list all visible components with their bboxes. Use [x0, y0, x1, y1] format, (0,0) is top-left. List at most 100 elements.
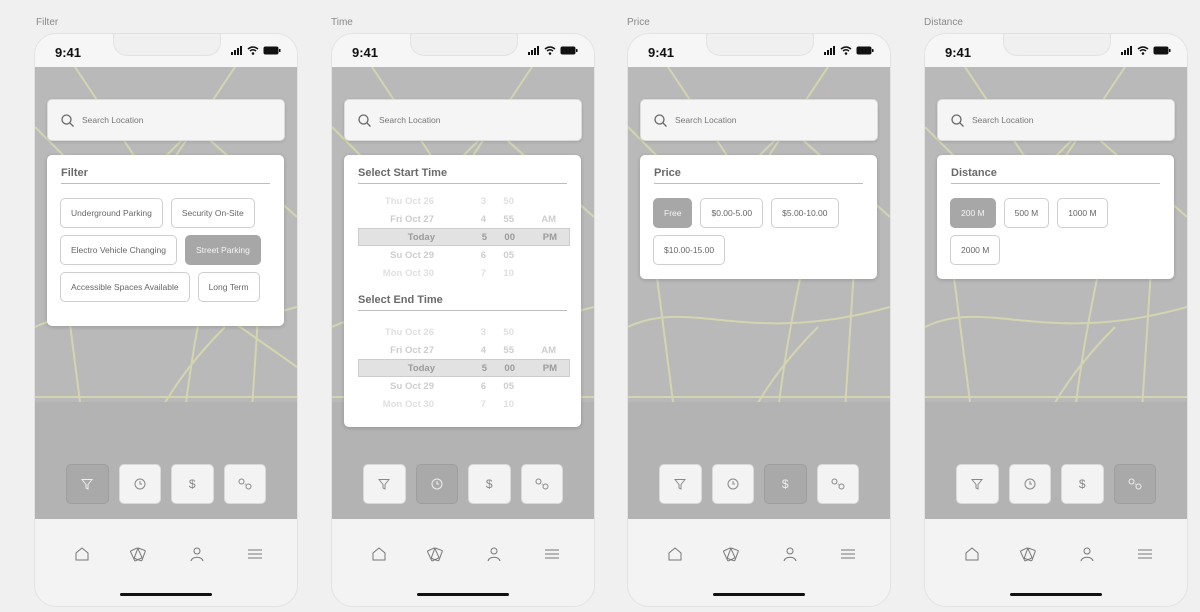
time-button[interactable]: [711, 464, 754, 504]
wifi-icon: [544, 46, 556, 55]
filter-button[interactable]: [659, 464, 702, 504]
tab-tickets[interactable]: [719, 542, 743, 566]
time-button[interactable]: [1008, 464, 1051, 504]
tab-tickets[interactable]: [126, 542, 150, 566]
search-bar[interactable]: Search Location: [344, 99, 582, 141]
battery-icon: [263, 46, 281, 55]
menu-icon: [841, 549, 855, 559]
picker-row[interactable]: Mon Oct 30 7 10: [358, 395, 570, 413]
status-bar: 9:41: [628, 34, 890, 67]
distance-button[interactable]: [223, 464, 266, 504]
battery-icon: [560, 46, 578, 55]
chip-street-parking[interactable]: Street Parking: [184, 235, 261, 265]
status-time: 9:41: [55, 45, 82, 60]
time-button[interactable]: [415, 464, 458, 504]
tab-profile[interactable]: [185, 542, 209, 566]
battery-icon: [1153, 46, 1171, 55]
search-input[interactable]: Search Location: [379, 115, 440, 125]
tickets-icon: [723, 547, 739, 562]
price-button[interactable]: $: [764, 464, 807, 504]
picker-row-selected[interactable]: Today 5 00 PM: [358, 228, 570, 246]
distance-button[interactable]: [1113, 464, 1156, 504]
chip-underground-parking[interactable]: Underground Parking: [60, 198, 163, 228]
panel-title: Distance: [951, 167, 1160, 184]
chip-price-free[interactable]: Free: [653, 198, 693, 228]
picker-row[interactable]: Mon Oct 30 7 10: [358, 264, 570, 282]
picker-row[interactable]: Su Oct 29 6 05: [358, 377, 570, 395]
search-bar[interactable]: Search Location: [47, 99, 285, 141]
distance-button[interactable]: [816, 464, 859, 504]
tab-home[interactable]: [960, 542, 984, 566]
distance-panel: Distance 200 M 500 M 1000 M 2000 M: [937, 155, 1174, 279]
picker-row-selected[interactable]: Today 5 00 PM: [358, 359, 570, 377]
panel-title: Price: [654, 167, 863, 184]
status-bar: 9:41: [332, 34, 594, 67]
chip-security-on-site[interactable]: Security On-Site: [170, 198, 255, 228]
tab-home[interactable]: [367, 542, 391, 566]
tab-home[interactable]: [663, 542, 687, 566]
chip-distance-2000[interactable]: 2000 M: [950, 235, 1001, 265]
tab-profile[interactable]: [482, 542, 506, 566]
chip-electro-vehicle[interactable]: Electro Vehicle Changing: [60, 235, 177, 265]
wifi-icon: [247, 46, 259, 55]
time-button[interactable]: [118, 464, 161, 504]
filter-panel: Filter Underground Parking Security On-S…: [47, 155, 284, 326]
search-bar[interactable]: Search Location: [640, 99, 878, 141]
search-input[interactable]: Search Location: [675, 115, 736, 125]
frame-title-time: Time: [331, 17, 353, 28]
chip-distance-200[interactable]: 200 M: [950, 198, 996, 228]
end-time-picker[interactable]: Thu Oct 26 3 50 Fri Oct 27 4 55 AM Today 5 00 PM…: [344, 315, 581, 415]
picker-row[interactable]: Thu Oct 26 3 50: [358, 192, 570, 210]
filter-button[interactable]: [363, 464, 406, 504]
tab-profile[interactable]: [778, 542, 802, 566]
profile-icon: [487, 547, 501, 562]
start-time-picker[interactable]: Thu Oct 26 3 50 Fri Oct 27 4 55 AM Today 5 00 PM…: [344, 188, 581, 288]
search-input[interactable]: Search Location: [82, 115, 143, 125]
dollar-icon: $: [781, 477, 789, 491]
tab-tickets[interactable]: [423, 542, 447, 566]
search-icon: [61, 113, 74, 127]
picker-row[interactable]: Fri Oct 27 4 55 AM: [358, 341, 570, 359]
tab-home[interactable]: [70, 542, 94, 566]
tab-menu[interactable]: [243, 542, 267, 566]
frame-title-filter: Filter: [36, 17, 59, 28]
chip-price-10-15[interactable]: $10.00-15.00: [653, 235, 726, 265]
chip-accessible-spaces[interactable]: Accessible Spaces Available: [60, 272, 190, 302]
filter-button[interactable]: [66, 464, 109, 504]
tab-menu[interactable]: [1133, 542, 1157, 566]
filter-dock: $: [956, 464, 1156, 506]
status-bar: 9:41: [925, 34, 1187, 67]
picker-row[interactable]: Su Oct 29 6 05: [358, 246, 570, 264]
search-input[interactable]: Search Location: [972, 115, 1033, 125]
phone-time: 9:41 Search Location Select Start Time T…: [331, 33, 595, 607]
home-icon: [75, 547, 89, 561]
dollar-icon: $: [188, 477, 196, 491]
price-button[interactable]: $: [1061, 464, 1104, 504]
price-button[interactable]: $: [171, 464, 214, 504]
chip-distance-1000[interactable]: 1000 M: [1057, 198, 1108, 228]
filter-button[interactable]: [956, 464, 999, 504]
tickets-icon: [1020, 547, 1036, 562]
distance-icon: [831, 478, 845, 490]
chip-price-5-10[interactable]: $5.00-10.00: [771, 198, 839, 228]
tab-tickets[interactable]: [1016, 542, 1040, 566]
status-time: 9:41: [352, 45, 379, 60]
tab-profile[interactable]: [1075, 542, 1099, 566]
status-bar: 9:41: [35, 34, 297, 67]
filter-icon: [674, 479, 687, 490]
end-time-title: Select End Time: [358, 294, 567, 311]
tab-menu[interactable]: [836, 542, 860, 566]
picker-row[interactable]: Fri Oct 27 4 55 AM: [358, 210, 570, 228]
picker-row[interactable]: Thu Oct 26 3 50: [358, 323, 570, 341]
search-bar[interactable]: Search Location: [937, 99, 1175, 141]
tab-menu[interactable]: [540, 542, 564, 566]
distance-button[interactable]: [520, 464, 563, 504]
chip-long-term[interactable]: Long Term: [197, 272, 260, 302]
price-button[interactable]: $: [468, 464, 511, 504]
clock-icon: [727, 478, 739, 490]
chip-price-0-5[interactable]: $0.00-5.00: [700, 198, 764, 228]
chip-distance-500[interactable]: 500 M: [1003, 198, 1050, 228]
design-board: Filter Time Price Distance 9:41 Search L…: [0, 0, 1200, 612]
status-icons: [1121, 46, 1171, 55]
notch: [410, 34, 518, 56]
